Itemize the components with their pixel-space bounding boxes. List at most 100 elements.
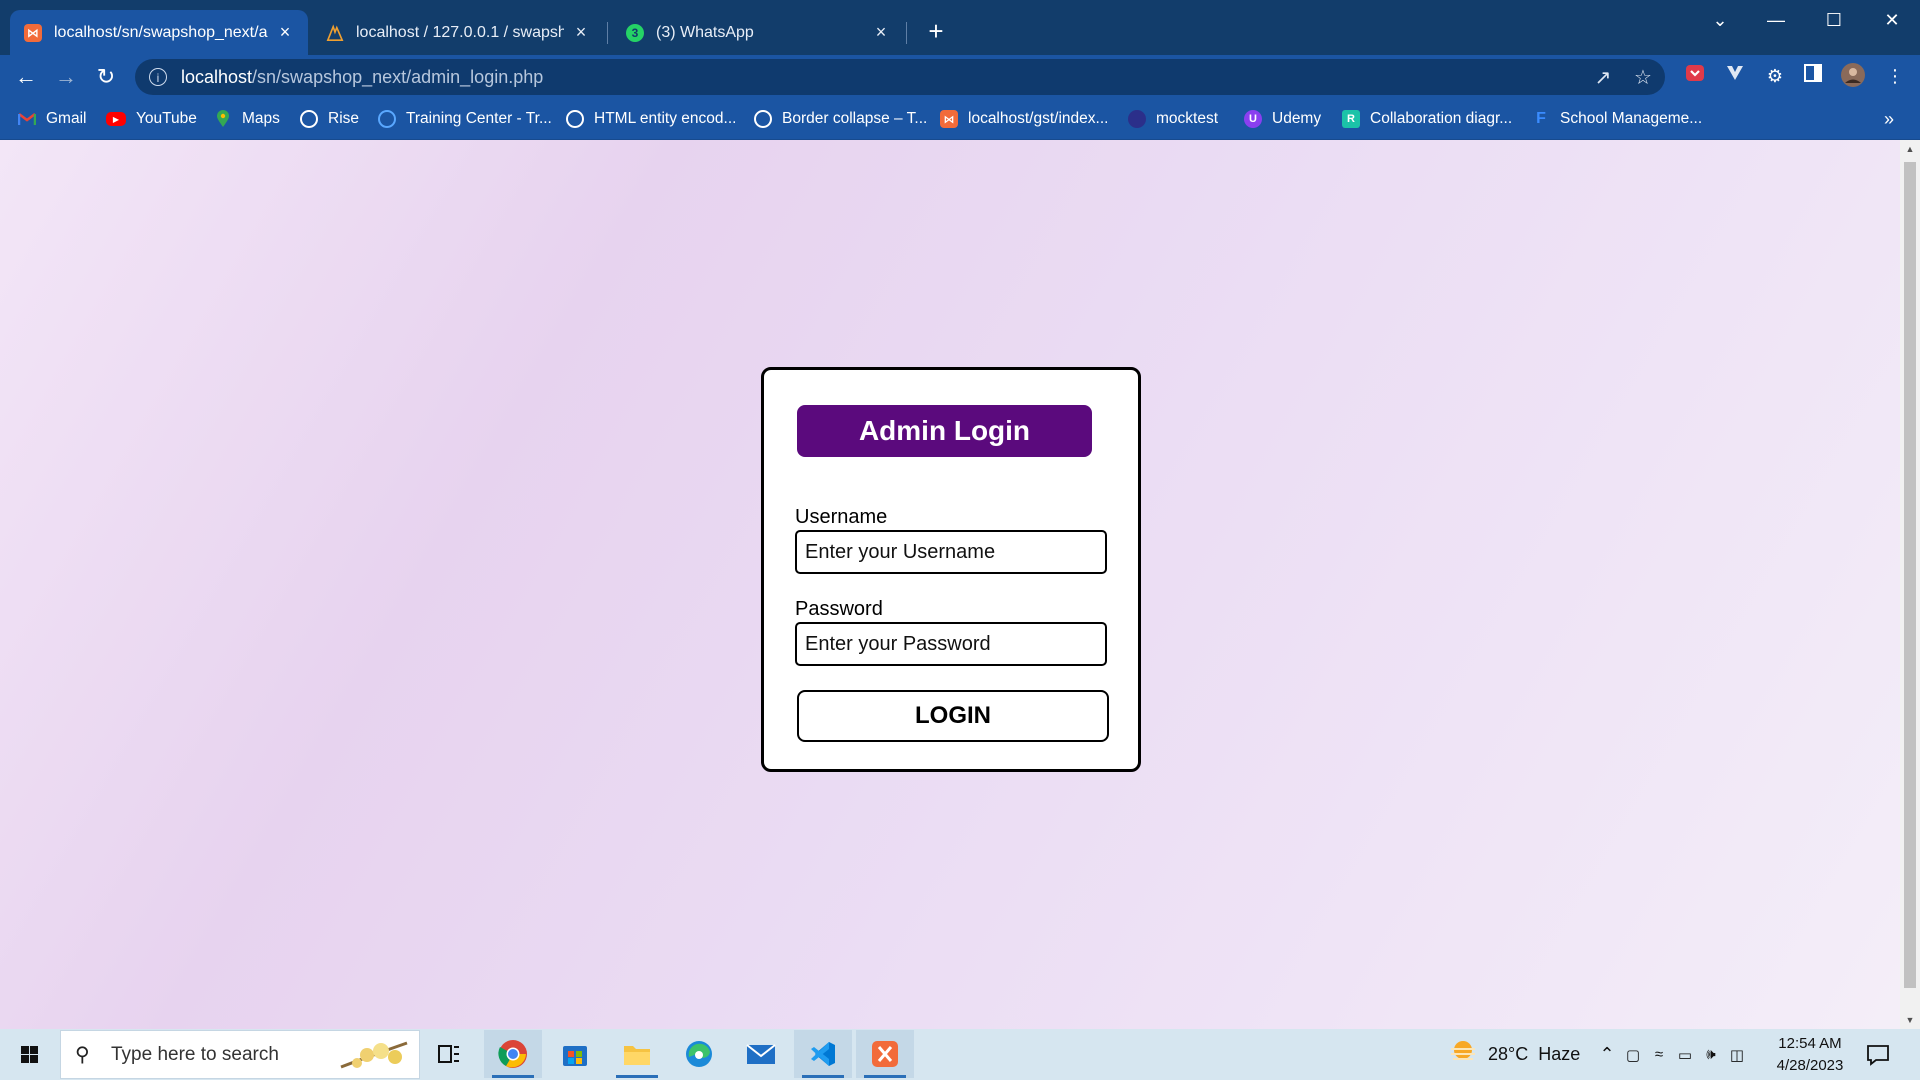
- bookmarks-overflow-button[interactable]: »: [1884, 106, 1894, 132]
- minimize-icon[interactable]: —: [1756, 6, 1796, 34]
- chrome-taskbar-icon[interactable]: [484, 1030, 542, 1078]
- task-view-icon[interactable]: [420, 1030, 478, 1078]
- clock-time: 12:54 AM: [1778, 1035, 1842, 1052]
- side-panel-icon[interactable]: [1800, 63, 1826, 89]
- reload-icon[interactable]: ↻: [92, 63, 120, 91]
- page-scrollbar[interactable]: ▲ ▼: [1900, 140, 1920, 1029]
- vimium-icon[interactable]: [1722, 63, 1748, 89]
- search-highlight-icon: [337, 1037, 415, 1075]
- xampp-taskbar-icon[interactable]: [856, 1030, 914, 1078]
- tab-whatsapp[interactable]: 3 (3) WhatsApp ×: [612, 10, 904, 55]
- tab-search-icon[interactable]: ⌄: [1700, 6, 1740, 34]
- bookmark-label: Border collapse – T...: [782, 110, 928, 127]
- browser-toolbar: ← → ↻ i localhost/sn/swapshop_next/admin…: [0, 55, 1920, 99]
- scroll-down-icon[interactable]: ▼: [1900, 1015, 1920, 1025]
- vscode-icon[interactable]: [794, 1030, 852, 1078]
- password-input[interactable]: [795, 622, 1107, 666]
- site-info-icon[interactable]: i: [149, 68, 167, 86]
- active-indicator: [802, 1075, 844, 1078]
- active-indicator: [864, 1075, 906, 1078]
- bookmark-border-collapse[interactable]: Border collapse – T...: [754, 106, 927, 132]
- whatsapp-icon: 3: [626, 23, 644, 42]
- forward-icon[interactable]: →: [52, 63, 80, 91]
- taskbar-search-placeholder: Type here to search: [111, 1043, 279, 1065]
- login-button[interactable]: LOGIN: [797, 690, 1109, 742]
- close-icon[interactable]: ×: [872, 22, 890, 43]
- volume-icon[interactable]: 🕪: [1698, 1046, 1724, 1063]
- pocket-icon[interactable]: [1682, 63, 1708, 89]
- bookmark-label: Training Center - Tr...: [406, 110, 552, 127]
- file-explorer-icon[interactable]: [608, 1030, 666, 1078]
- weather-text: 28°C Haze: [1488, 1044, 1581, 1064]
- mocktest-icon: [1128, 110, 1146, 128]
- active-indicator: [492, 1075, 534, 1078]
- wifi-icon[interactable]: ≈: [1646, 1046, 1672, 1063]
- bookmark-label: HTML entity encod...: [594, 110, 737, 127]
- menu-icon[interactable]: ⋮: [1882, 63, 1908, 89]
- bookmark-label: Udemy: [1272, 110, 1322, 127]
- page-viewport: Admin Login Username Password LOGIN: [0, 140, 1900, 1029]
- back-icon[interactable]: ←: [12, 63, 40, 91]
- profile-avatar[interactable]: [1840, 63, 1866, 89]
- weather-widget[interactable]: 28°C Haze: [1448, 1029, 1580, 1080]
- url-path: /sn/swapshop_next/admin_login.php: [252, 66, 544, 87]
- globe-icon: [566, 110, 584, 128]
- share-icon[interactable]: ↗: [1591, 65, 1615, 90]
- bookmark-youtube[interactable]: ▶ YouTube: [106, 106, 197, 132]
- bookmark-training-center[interactable]: Training Center - Tr...: [378, 106, 552, 132]
- notifications-icon[interactable]: [1866, 1029, 1890, 1080]
- bookmark-gmail[interactable]: Gmail: [18, 106, 86, 132]
- taskbar-clock[interactable]: 12:54 AM 4/28/2023: [1760, 1033, 1860, 1077]
- address-url[interactable]: localhost/sn/swapshop_next/admin_login.p…: [181, 67, 543, 88]
- active-indicator: [616, 1075, 658, 1078]
- bookmarks-bar: Gmail ▶ YouTube Maps Rise Training Cente…: [0, 99, 1920, 140]
- bookmark-collaboration[interactable]: R Collaboration diagr...: [1342, 106, 1512, 132]
- username-input[interactable]: [795, 530, 1107, 574]
- haze-icon: [1448, 1039, 1478, 1070]
- bookmark-rise[interactable]: Rise: [300, 106, 359, 132]
- new-tab-button[interactable]: +: [922, 16, 950, 46]
- bookmark-localhost-gst[interactable]: ⋈ localhost/gst/index...: [940, 106, 1108, 132]
- scrollbar-thumb[interactable]: [1904, 162, 1916, 988]
- bookmark-label: Collaboration diagr...: [1370, 110, 1513, 127]
- tab-admin-login[interactable]: ⋈ localhost/sn/swapshop_next/admin_login…: [10, 10, 308, 55]
- xampp-icon: ⋈: [24, 23, 42, 42]
- meet-now-icon[interactable]: ▢: [1620, 1046, 1646, 1064]
- close-icon[interactable]: ×: [276, 22, 294, 43]
- bookmark-label: localhost/gst/index...: [968, 110, 1109, 127]
- chevron-up-icon[interactable]: ⌃: [1594, 1044, 1620, 1065]
- tab-phpmyadmin[interactable]: localhost / 127.0.0.1 / swapshop_next ×: [312, 10, 604, 55]
- bookmark-star-icon[interactable]: ☆: [1631, 65, 1655, 90]
- microsoft-store-icon[interactable]: [546, 1030, 604, 1078]
- scroll-up-icon[interactable]: ▲: [1900, 144, 1920, 154]
- extensions-icon[interactable]: ⚙: [1762, 63, 1788, 89]
- tab-separator: [906, 22, 907, 44]
- tab-title: localhost / 127.0.0.1 / swapshop_next: [356, 23, 564, 41]
- address-bar[interactable]: i localhost/sn/swapshop_next/admin_login…: [135, 59, 1665, 95]
- bookmark-label: mocktest: [1156, 110, 1219, 127]
- close-icon[interactable]: ×: [572, 22, 590, 43]
- taskbar-search[interactable]: ⚲ Type here to search: [60, 1030, 420, 1079]
- bookmark-mocktest[interactable]: mocktest: [1128, 106, 1218, 132]
- bookmark-label: Maps: [242, 110, 280, 127]
- window-close-icon[interactable]: ✕: [1872, 6, 1912, 34]
- windows-start-icon[interactable]: [10, 1039, 50, 1071]
- login-card: Admin Login Username Password LOGIN: [761, 367, 1141, 772]
- bookmark-udemy[interactable]: U Udemy: [1244, 106, 1321, 132]
- mail-icon[interactable]: [732, 1030, 790, 1078]
- maximize-icon[interactable]: ☐: [1814, 6, 1854, 34]
- bookmark-maps[interactable]: Maps: [214, 106, 280, 132]
- search-icon: ⚲: [75, 1044, 90, 1066]
- udemy-icon: U: [1244, 110, 1262, 128]
- windows-taskbar: ⚲ Type here to search 28°C Haze ⌃ ▢ ≈ ▭ …: [0, 1029, 1920, 1080]
- bookmark-school-management[interactable]: F School Manageme...: [1532, 106, 1702, 132]
- edge-icon[interactable]: [670, 1030, 728, 1078]
- url-host: localhost: [181, 66, 253, 87]
- bookmark-html-entity[interactable]: HTML entity encod...: [566, 106, 736, 132]
- globe-icon: [754, 110, 772, 128]
- language-icon[interactable]: ◫: [1724, 1046, 1750, 1064]
- school-icon: F: [1536, 110, 1546, 127]
- rconnect-icon: R: [1342, 110, 1360, 128]
- battery-icon[interactable]: ▭: [1672, 1046, 1698, 1064]
- tab-title: localhost/sn/swapshop_next/admin_login.p…: [54, 23, 268, 41]
